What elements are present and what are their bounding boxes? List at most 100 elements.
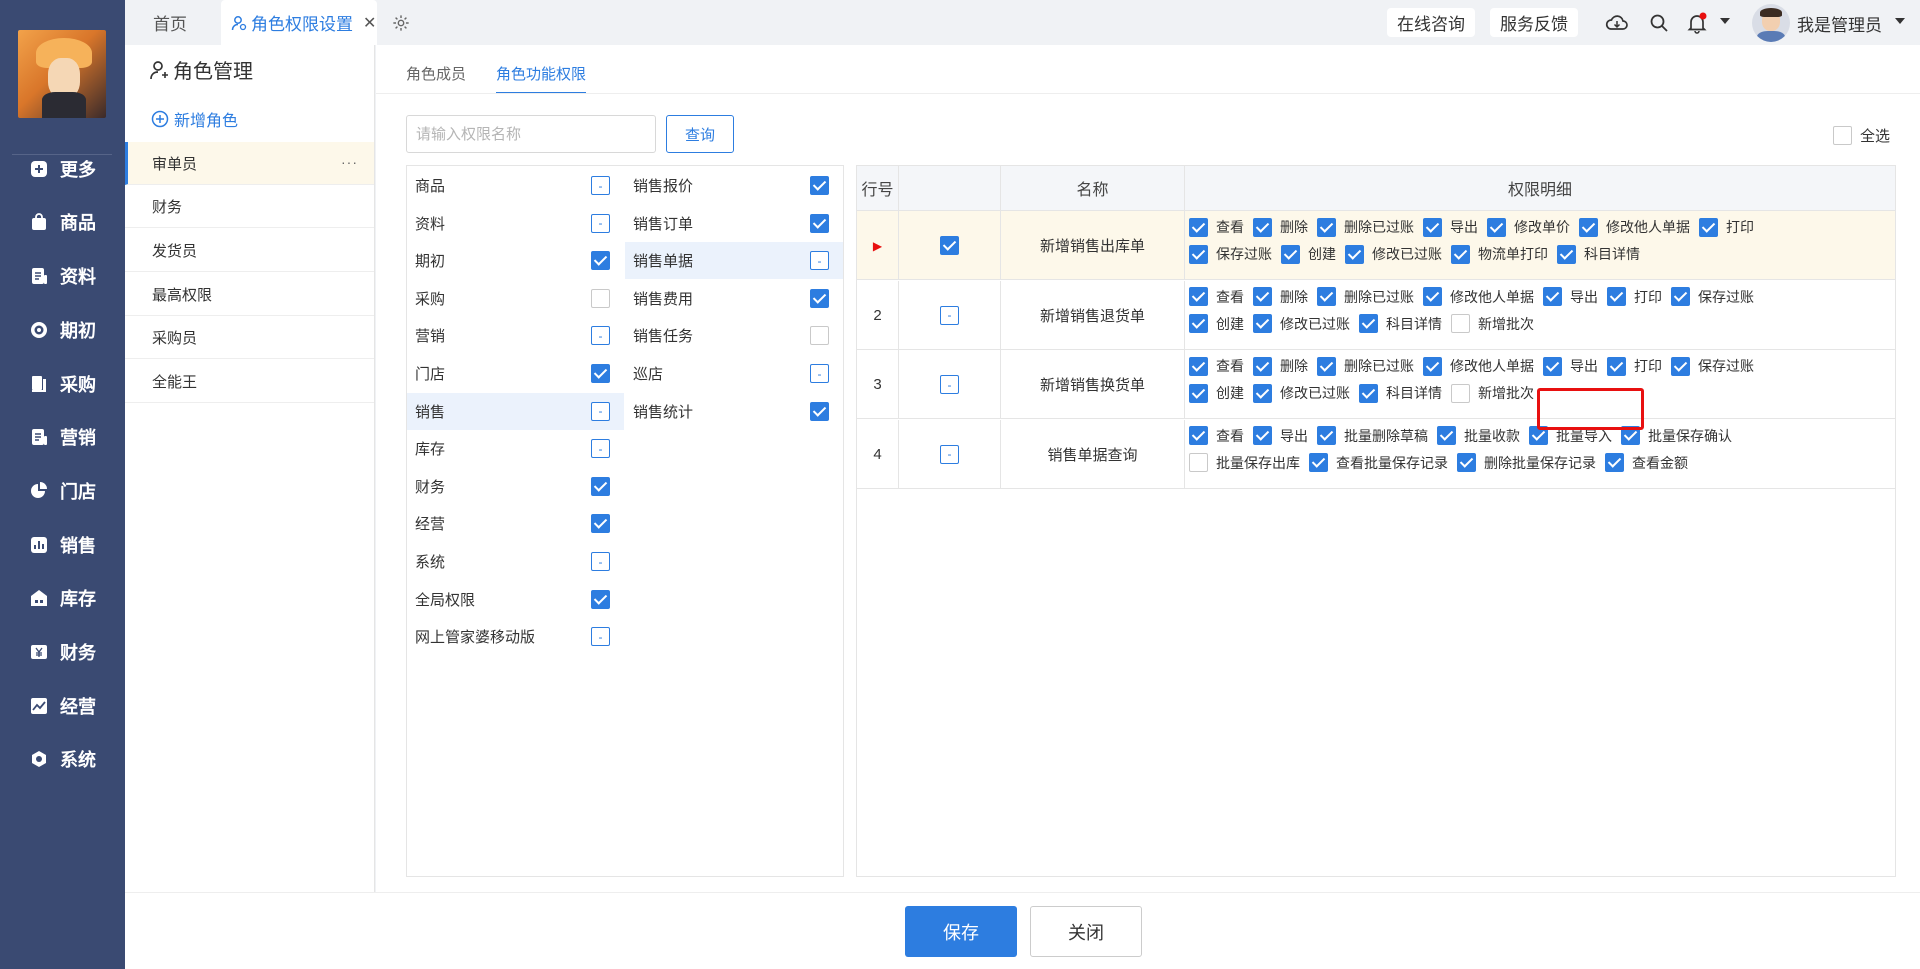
tab-home[interactable]: 首页: [139, 0, 201, 45]
category-checkbox[interactable]: -: [810, 364, 829, 383]
sidebar-item-6[interactable]: 门店: [0, 471, 125, 511]
category-checkbox[interactable]: -: [591, 176, 610, 195]
permission-checkbox[interactable]: [1253, 356, 1272, 376]
permission-item[interactable]: 科目详情: [1557, 244, 1640, 264]
sidebar-item-8[interactable]: 库存: [0, 578, 125, 618]
permission-item[interactable]: 删除已过账: [1317, 217, 1414, 237]
category-checkbox[interactable]: [591, 476, 610, 496]
category-checkbox[interactable]: [591, 589, 610, 609]
permission-item[interactable]: 查看金额: [1605, 453, 1688, 473]
permission-checkbox[interactable]: [1451, 314, 1470, 333]
category-checkbox[interactable]: -: [591, 326, 610, 346]
permission-item[interactable]: 修改他人单据: [1579, 217, 1690, 237]
sidebar-item-3[interactable]: 期初: [0, 310, 125, 350]
permission-item[interactable]: 查看: [1189, 426, 1244, 446]
category-item[interactable]: 期初: [407, 242, 624, 279]
permission-item[interactable]: 批量收款: [1437, 426, 1520, 446]
search-icon[interactable]: [1647, 11, 1671, 35]
category-item[interactable]: 全局权限: [407, 581, 624, 618]
permission-checkbox[interactable]: [1423, 356, 1442, 376]
category-checkbox[interactable]: [591, 251, 610, 271]
permission-item[interactable]: 修改他人单据: [1423, 287, 1534, 307]
permission-checkbox[interactable]: [1621, 426, 1640, 445]
permission-item[interactable]: 修改他人单据: [1423, 356, 1534, 376]
permission-checkbox[interactable]: [1423, 287, 1442, 306]
sidebar-item-2[interactable]: 资料: [0, 256, 125, 296]
permission-item[interactable]: 打印: [1699, 217, 1754, 237]
permission-item[interactable]: 保存过账: [1671, 356, 1754, 376]
permission-item[interactable]: 新增批次: [1451, 314, 1534, 334]
permission-checkbox[interactable]: [1281, 244, 1300, 264]
permission-checkbox[interactable]: [1189, 287, 1208, 306]
gear-icon[interactable]: [389, 11, 413, 35]
permission-checkbox[interactable]: [1359, 383, 1378, 403]
category-item[interactable]: 商品 -: [407, 167, 624, 204]
permission-checkbox[interactable]: [1457, 453, 1476, 472]
close-button[interactable]: 关闭: [1030, 906, 1142, 957]
role-item[interactable]: 财务: [125, 185, 374, 228]
sidebar-item-5[interactable]: 营销: [0, 417, 125, 457]
category-item[interactable]: 销售统计: [625, 393, 843, 430]
save-button[interactable]: 保存: [905, 906, 1017, 957]
query-button[interactable]: 查询: [666, 115, 734, 153]
permission-checkbox[interactable]: [1345, 244, 1364, 264]
category-checkbox[interactable]: -: [591, 627, 610, 647]
permission-item[interactable]: 创建: [1281, 244, 1336, 264]
permission-item[interactable]: 批量保存出库: [1189, 453, 1300, 473]
permission-checkbox[interactable]: [1529, 426, 1548, 445]
category-checkbox[interactable]: [810, 213, 829, 233]
permission-item[interactable]: 新增批次: [1451, 383, 1534, 403]
tab-role-members[interactable]: 角色成员: [406, 63, 466, 84]
chevron-down-icon[interactable]: [1720, 18, 1730, 24]
permission-item[interactable]: 创建: [1189, 314, 1244, 334]
permission-checkbox[interactable]: [1437, 426, 1456, 445]
permission-item[interactable]: 查看: [1189, 287, 1244, 307]
select-all-checkbox[interactable]: [1832, 126, 1852, 145]
permission-item[interactable]: 删除: [1253, 287, 1308, 307]
permission-item[interactable]: 导出: [1543, 287, 1598, 307]
sidebar-item-9[interactable]: 财务: [0, 632, 125, 672]
category-checkbox[interactable]: -: [591, 401, 610, 421]
category-item[interactable]: 采购: [407, 280, 624, 317]
category-checkbox[interactable]: [810, 326, 829, 346]
permission-checkbox[interactable]: [1557, 244, 1576, 264]
tab-role-permission[interactable]: 角色权限设置 ✕: [221, 0, 377, 45]
table-row[interactable]: 2 - 新增销售退货单 查看 删除 删除已过账 修改他人单据 导出 打印 保存过账 创建 修改已过账 科…: [857, 280, 1895, 350]
sidebar-item-4[interactable]: 采购: [0, 364, 125, 404]
permission-item[interactable]: 修改已过账: [1253, 314, 1350, 334]
category-checkbox[interactable]: [810, 401, 829, 421]
category-item[interactable]: 门店: [407, 355, 624, 392]
permission-checkbox[interactable]: [1579, 217, 1598, 237]
permission-checkbox[interactable]: [1189, 453, 1208, 472]
category-checkbox[interactable]: -: [810, 251, 829, 271]
role-item[interactable]: 最高权限: [125, 273, 374, 316]
sidebar-item-1[interactable]: 商品: [0, 202, 125, 242]
permission-checkbox[interactable]: [1487, 217, 1506, 237]
category-item[interactable]: 销售 -: [407, 392, 624, 430]
permission-item[interactable]: 物流单打印: [1451, 244, 1548, 264]
close-icon[interactable]: ✕: [363, 13, 376, 33]
permission-checkbox[interactable]: [1699, 217, 1718, 237]
permission-checkbox[interactable]: [1671, 356, 1690, 376]
role-item[interactable]: 发货员: [125, 229, 374, 272]
category-checkbox[interactable]: [591, 514, 610, 534]
permission-checkbox[interactable]: [1317, 356, 1336, 376]
category-item[interactable]: 财务: [407, 468, 624, 505]
permission-item[interactable]: 删除批量保存记录: [1457, 453, 1596, 473]
permission-item[interactable]: 科目详情: [1359, 314, 1442, 334]
permission-item[interactable]: 删除: [1253, 356, 1308, 376]
permission-item[interactable]: 删除已过账: [1317, 356, 1414, 376]
feedback-button[interactable]: 服务反馈: [1490, 8, 1578, 37]
role-item[interactable]: 采购员: [125, 316, 374, 359]
category-item[interactable]: 巡店 -: [625, 355, 843, 392]
add-role-button[interactable]: 新增角色: [151, 107, 238, 131]
category-item[interactable]: 系统 -: [407, 543, 624, 580]
category-checkbox[interactable]: -: [591, 439, 610, 459]
permission-checkbox[interactable]: [1189, 244, 1208, 264]
category-checkbox[interactable]: [591, 364, 610, 383]
category-checkbox[interactable]: [591, 288, 610, 308]
permission-checkbox[interactable]: [1309, 453, 1328, 472]
category-item[interactable]: 销售单据 -: [625, 242, 843, 280]
category-item[interactable]: 网上管家婆移动版 -: [407, 618, 624, 655]
row-checkbox[interactable]: -: [940, 444, 959, 464]
